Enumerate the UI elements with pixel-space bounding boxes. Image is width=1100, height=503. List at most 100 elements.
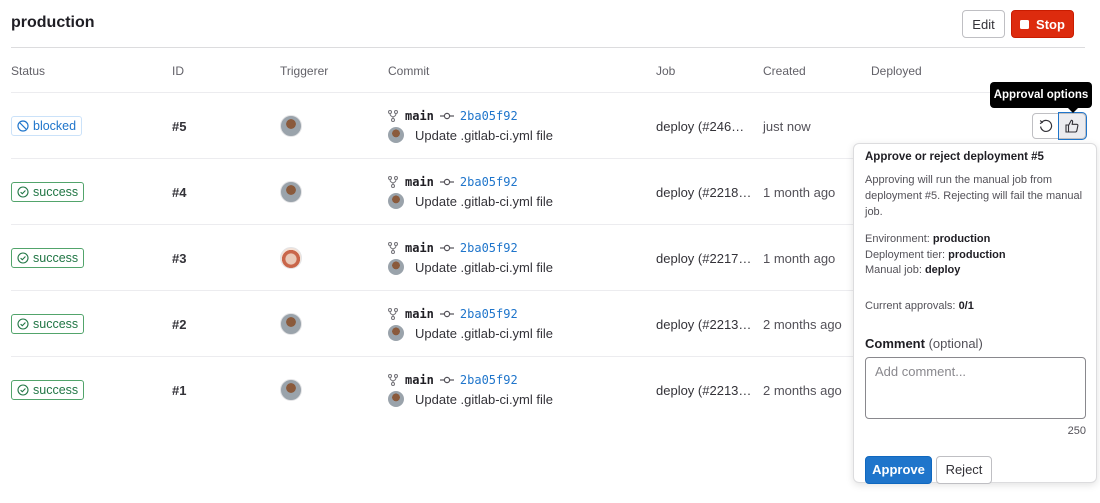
commit-icon [439, 310, 454, 318]
commit-info: main 2ba05f92 Update .gitlab-ci.yml file [388, 108, 553, 144]
column-header-triggerer: Triggerer [280, 64, 329, 78]
commit-sha-link[interactable]: 2ba05f92 [460, 175, 518, 189]
commit-author-avatar[interactable] [388, 391, 404, 407]
deployment-id: #5 [172, 119, 187, 134]
approval-popover: Approve or reject deployment #5 Approvin… [853, 143, 1097, 484]
character-counter: 250 [1067, 424, 1086, 437]
status-badge[interactable]: success [11, 182, 85, 202]
status-badge[interactable]: success [11, 314, 85, 334]
branch-link[interactable]: main [405, 307, 434, 321]
column-header-job: Job [656, 64, 676, 78]
column-header-created: Created [763, 64, 806, 78]
success-icon [17, 252, 29, 264]
column-header-deployed: Deployed [871, 64, 922, 78]
current-approvals: Current approvals: 0/1 [865, 299, 974, 312]
stop-button[interactable]: Stop [1011, 10, 1074, 38]
commit-sha-link[interactable]: 2ba05f92 [460, 373, 518, 387]
branch-icon [388, 374, 398, 386]
created-time: 2 months ago [763, 383, 842, 398]
commit-icon [439, 112, 454, 120]
page-title: production [11, 14, 95, 31]
commit-title-link[interactable]: Update .gitlab-ci.yml file [415, 128, 553, 143]
manual-job-detail: Manual job: deploy [865, 264, 961, 276]
job-link[interactable]: deploy (#2213… [656, 317, 751, 332]
job-link[interactable]: deploy (#2213… [656, 383, 751, 398]
edit-button[interactable]: Edit [962, 10, 1005, 38]
row-actions [1032, 113, 1086, 139]
triggerer-avatar[interactable] [280, 247, 302, 269]
status-label: success [33, 317, 79, 331]
stop-icon [1020, 19, 1030, 29]
commit-icon [439, 178, 454, 186]
job-link[interactable]: deploy (#246… [656, 119, 744, 134]
approve-button[interactable]: Approve [865, 455, 932, 484]
commit-title-link[interactable]: Update .gitlab-ci.yml file [415, 326, 553, 341]
deployment-id: #2 [172, 317, 187, 332]
commit-author-avatar[interactable] [388, 259, 404, 275]
success-icon [17, 318, 29, 330]
job-link[interactable]: deploy (#2217… [656, 251, 751, 266]
approval-options-button[interactable] [1059, 113, 1086, 139]
environment-detail: Environment: production [865, 233, 991, 245]
commit-author-avatar[interactable] [388, 325, 404, 341]
created-time: 2 months ago [763, 317, 842, 332]
thumb-up-icon [1065, 119, 1079, 133]
column-header-commit: Commit [388, 64, 430, 78]
commit-title-link[interactable]: Update .gitlab-ci.yml file [415, 194, 553, 209]
job-link[interactable]: deploy (#2218… [656, 185, 751, 200]
commit-info: main 2ba05f92 Update .gitlab-ci.yml file [388, 372, 553, 408]
branch-icon [388, 110, 398, 122]
tier-value: production [948, 248, 1006, 261]
deployment-id: #4 [172, 185, 187, 200]
status-badge[interactable]: blocked [11, 116, 83, 136]
commit-info: main 2ba05f92 Update .gitlab-ci.yml file [388, 306, 553, 342]
success-icon [17, 384, 29, 396]
commit-info: main 2ba05f92 Update .gitlab-ci.yml file [388, 240, 553, 276]
column-header-id: ID [172, 64, 184, 78]
deployment-details: Environment: production Deployment tier:… [865, 232, 1085, 279]
popover-title: Approve or reject deployment #5 [865, 151, 1044, 163]
tier-detail: Deployment tier: production [865, 248, 1006, 261]
branch-icon [388, 308, 398, 320]
commit-sha-link[interactable]: 2ba05f92 [460, 241, 518, 255]
commit-icon [439, 376, 454, 384]
commit-author-avatar[interactable] [388, 127, 404, 143]
commit-sha-link[interactable]: 2ba05f92 [460, 109, 518, 123]
comment-input[interactable] [865, 356, 1086, 419]
branch-link[interactable]: main [405, 241, 434, 255]
status-badge[interactable]: success [11, 380, 85, 400]
blocked-icon [17, 120, 29, 132]
comment-label: Comment (optional) [865, 335, 983, 351]
deployment-id: #1 [172, 383, 187, 398]
deployment-id: #3 [172, 251, 187, 266]
rollback-button[interactable] [1032, 113, 1059, 139]
commit-info: main 2ba05f92 Update .gitlab-ci.yml file [388, 174, 553, 210]
created-time: 1 month ago [763, 185, 836, 200]
triggerer-avatar[interactable] [280, 181, 302, 203]
triggerer-avatar[interactable] [280, 115, 302, 137]
success-icon [17, 186, 29, 198]
triggerer-avatar[interactable] [280, 379, 302, 401]
branch-link[interactable]: main [405, 109, 434, 123]
status-label: success [33, 185, 79, 199]
status-badge[interactable]: success [11, 248, 85, 268]
branch-link[interactable]: main [405, 175, 434, 189]
stop-label: Stop [1036, 16, 1065, 32]
commit-title-link[interactable]: Update .gitlab-ci.yml file [415, 392, 553, 407]
branch-link[interactable]: main [405, 373, 434, 387]
popover-description: Approving will run the manual job from d… [865, 174, 1083, 218]
approval-options-tooltip: Approval options [990, 82, 1092, 113]
commit-title-link[interactable]: Update .gitlab-ci.yml file [415, 260, 553, 275]
commit-sha-link[interactable]: 2ba05f92 [460, 307, 518, 321]
triggerer-avatar[interactable] [280, 313, 302, 335]
commit-icon [439, 244, 454, 252]
status-label: success [33, 383, 79, 397]
manual-job-value: deploy [924, 264, 961, 276]
branch-icon [388, 242, 398, 254]
commit-author-avatar[interactable] [388, 193, 404, 209]
created-time: 1 month ago [763, 251, 836, 266]
reject-button[interactable]: Reject [936, 455, 992, 484]
environment-header: production [11, 0, 1085, 48]
retry-icon [1039, 119, 1052, 132]
branch-icon [388, 176, 398, 188]
